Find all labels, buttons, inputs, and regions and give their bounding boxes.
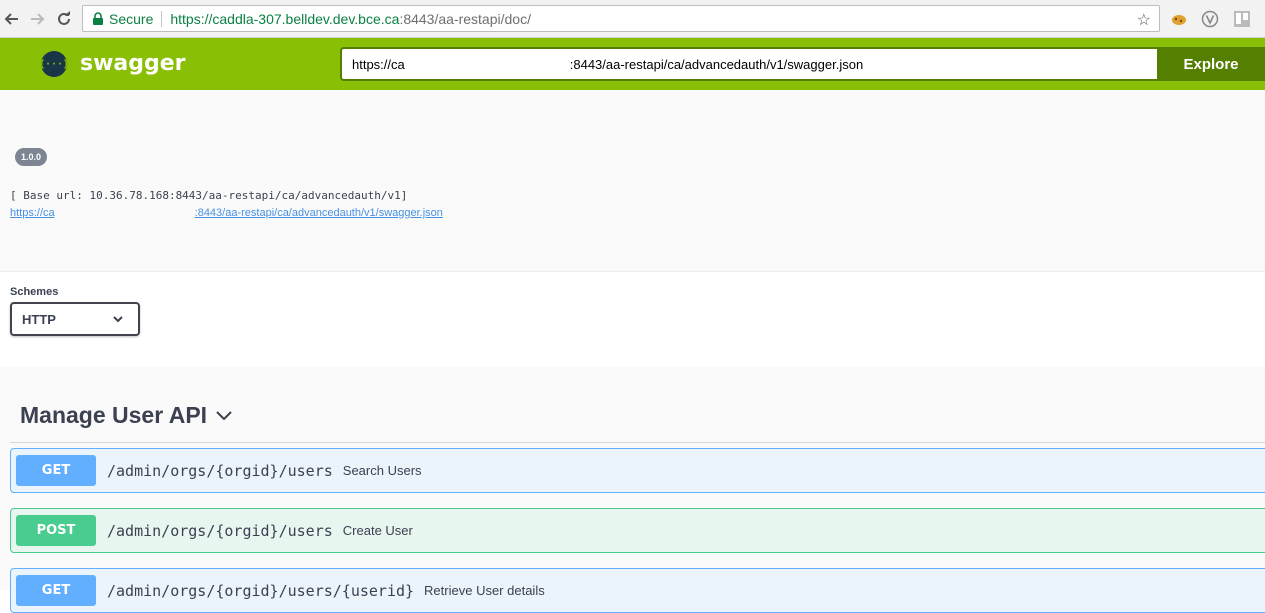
spec-link-prefix: https://ca [10,207,55,219]
spec-json-link[interactable]: https://ca :8443/aa-restapi/ca/advancedau… [10,207,443,219]
operation-get-user-details[interactable]: GET /admin/orgs/{orgid}/users/{userid} R… [10,568,1265,613]
extension-v-icon[interactable] [1201,10,1219,28]
lock-icon [93,11,103,25]
operations-section: Manage User API GET /admin/orgs/{orgid}/… [0,367,1265,613]
chevron-down-icon [113,316,123,323]
address-bar[interactable]: Secure https://caddla-307.belldev.dev.bc… [82,5,1160,32]
base-url-text: [ Base url: 10.36.78.168:8443/aa-restapi… [10,189,408,202]
swagger-logo-text[interactable]: swagger [80,51,186,76]
spec-link-suffix: :8443/aa-restapi/ca/advancedauth/v1/swag… [194,207,443,219]
tag-title: Manage User API [20,402,208,428]
url-path: :8443/aa-restapi/doc/ [399,10,531,27]
operation-summary: Create User [342,523,413,538]
operation-get-search-users[interactable]: GET /admin/orgs/{orgid}/users Search Use… [10,448,1265,493]
method-badge: GET [16,575,96,606]
back-arrow-icon[interactable] [0,7,24,31]
chevron-down-icon [216,410,232,420]
spec-url-suffix: :8443/aa-restapi/ca/advancedauth/v1/swag… [569,56,864,72]
operation-post-create-user[interactable]: POST /admin/orgs/{orgid}/users Create Us… [10,508,1265,553]
spec-url-input[interactable]: https://ca :8443/aa-restapi/ca/advancedau… [340,47,1157,81]
version-badge: 1.0.0 [15,148,48,166]
explore-button[interactable]: Explore [1157,47,1265,81]
swagger-topbar: {···} swagger https://ca :8443/aa-restapi… [0,38,1265,90]
tag-header[interactable]: Manage User API [20,402,233,429]
forward-arrow-icon[interactable] [25,7,49,31]
bookmark-star-icon[interactable]: ☆ [1137,10,1151,30]
method-badge: GET [16,455,96,486]
schemes-label: Schemes [10,286,59,298]
operation-summary: Retrieve User details [424,583,545,598]
operation-path: /admin/orgs/{orgid}/users/{userid} [107,581,415,600]
swagger-logo-icon[interactable]: {···} [39,51,69,77]
browser-toolbar: Secure https://caddla-307.belldev.dev.bc… [0,0,1265,38]
operation-path: /admin/orgs/{orgid}/users [107,461,333,480]
omnibox-separator [161,10,163,27]
tag-divider [10,442,1265,443]
operation-path: /admin/orgs/{orgid}/users [107,521,333,540]
method-badge: POST [16,515,96,546]
api-info-section: 1.0.0 [ Base url: 10.36.78.168:8443/aa-r… [0,90,1265,271]
extension-board-icon[interactable] [1233,10,1251,28]
url-host: https://caddla-307.belldev.dev.bce.ca [170,10,400,27]
extension-cookie-icon[interactable] [1170,10,1188,28]
spec-url-prefix: https://ca [352,56,405,72]
operation-summary: Search Users [342,463,422,478]
schemes-selected-value: HTTP [22,311,56,327]
secure-label: Secure [109,10,154,27]
schemes-select[interactable]: HTTP [10,302,140,336]
reload-icon[interactable] [52,7,76,31]
schemes-section: Schemes HTTP [0,271,1265,367]
